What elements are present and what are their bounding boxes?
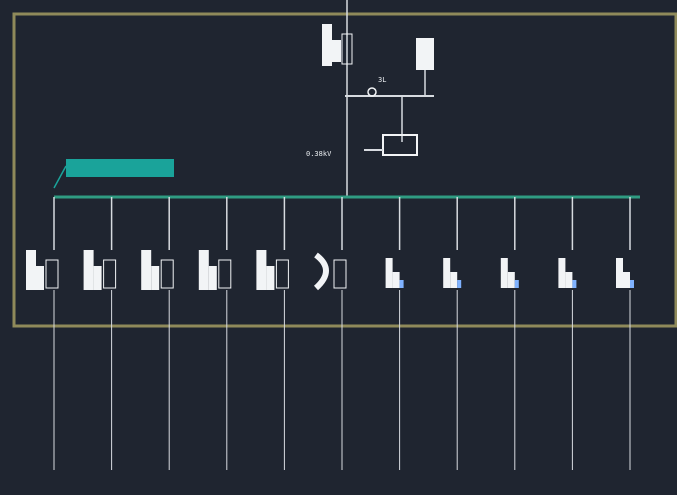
switch-icon [616,258,634,288]
feeder-circuit [256,197,289,470]
breaker-icon [26,250,59,290]
breaker-icon [83,250,117,290]
switch-icon [443,258,462,288]
feeder-circuits [26,197,634,470]
feeder-circuit [443,197,462,470]
switch-icon [500,258,519,288]
feeder-circuit [500,197,519,470]
breaker-icon [198,250,232,290]
main-voltage-label: 0.38kV [306,150,332,158]
contactor-icon [313,252,347,291]
feeder-circuit [83,197,117,470]
main-device-label: 3L [378,76,386,84]
feeder-circuit [198,197,232,470]
switch-icon [385,258,404,288]
breaker-icon [256,250,289,290]
bus-label-tag [53,159,174,189]
feeder-circuit [313,197,347,470]
current-transformer-icon [345,87,434,156]
feeder-circuit [26,197,59,470]
breaker-icon [141,250,174,290]
feeder-circuit [558,197,577,470]
single-line-diagram: 0.38kV 3L [12,0,677,470]
switch-icon [558,258,577,288]
feeder-circuit [385,197,404,470]
meter-icon [416,38,434,96]
feeder-circuit [141,197,174,470]
feeder-circuit [616,197,634,470]
